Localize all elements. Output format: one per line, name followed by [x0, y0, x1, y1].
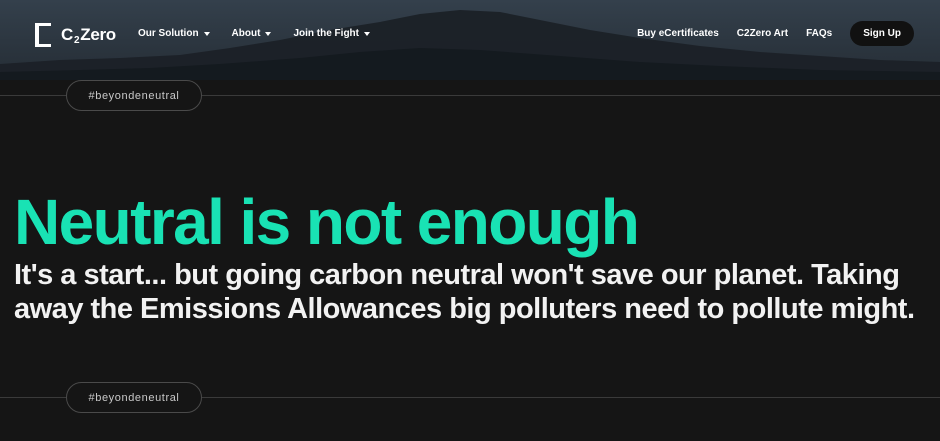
- sign-up-button[interactable]: Sign Up: [850, 21, 914, 46]
- page: C 2 Zero Our Solution About Join the Fight…: [0, 0, 940, 441]
- hero-subtitle: It's a start... but going carbon neutral…: [14, 259, 915, 325]
- nav-label: About: [231, 28, 261, 39]
- c2zero-logo[interactable]: C 2 Zero: [35, 22, 116, 48]
- chevron-down-icon: [265, 31, 272, 36]
- nav-join-the-fight[interactable]: Join the Fight: [293, 28, 370, 39]
- chevron-down-icon: [203, 31, 210, 36]
- nav-label: Our Solution: [138, 28, 199, 39]
- hashtag-badge-bottom: #beyondeneutral: [66, 382, 202, 413]
- logo-text: C 2 Zero: [61, 25, 116, 46]
- site-header: C 2 Zero Our Solution About Join the Fight…: [0, 0, 940, 80]
- primary-nav: Our Solution About Join the Fight: [138, 28, 370, 39]
- hashtag-badge-top: #beyondeneutral: [66, 80, 202, 111]
- nav-our-solution[interactable]: Our Solution: [138, 28, 210, 39]
- nav-about[interactable]: About: [232, 28, 272, 39]
- nav-label: Join the Fight: [293, 28, 359, 39]
- hero-title: Neutral is not enough: [14, 186, 640, 258]
- secondary-nav: Buy eCertificates C2Zero Art FAQs Sign U…: [637, 21, 914, 46]
- chevron-down-icon: [363, 31, 370, 36]
- nav-faqs[interactable]: FAQs: [806, 28, 832, 39]
- nav-c2zero-art[interactable]: C2Zero Art: [737, 28, 788, 39]
- nav-buy-ecertificates[interactable]: Buy eCertificates: [637, 28, 719, 39]
- logo-mark-icon: [35, 23, 51, 47]
